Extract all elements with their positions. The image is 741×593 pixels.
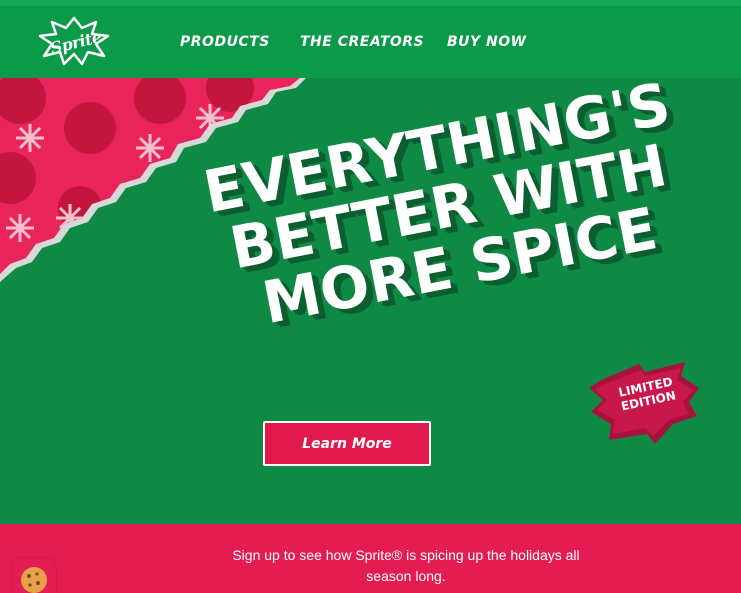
site-header: Sprite PRODUCTS THE CREATORS BUY NOW [0, 0, 741, 78]
nav-products[interactable]: PRODUCTS [180, 34, 270, 50]
signup-text: Sign up to see how Sprite® is spicing up… [232, 547, 580, 584]
cookie-icon [21, 567, 47, 593]
nav-buy-now[interactable]: BUY NOW [447, 34, 527, 50]
learn-more-button[interactable]: Learn More [263, 421, 431, 466]
nav-the-creators[interactable]: THE CREATORS [300, 34, 424, 50]
signup-bar: Sign up to see how Sprite® is spicing up… [0, 524, 741, 593]
cookie-settings-button[interactable] [12, 558, 56, 593]
